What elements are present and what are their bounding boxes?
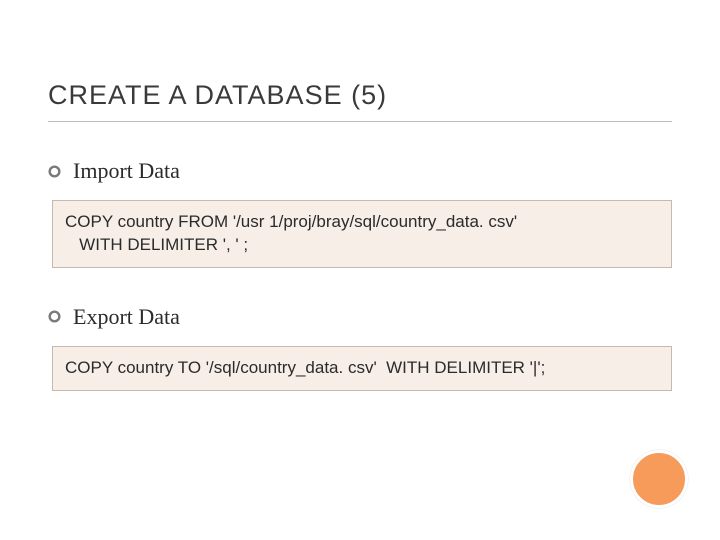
code-block-export: COPY country TO '/sql/country_data. csv'… (52, 346, 672, 391)
page-title: CREATE A DATABASE (5) (48, 80, 672, 122)
accent-circle-icon (630, 450, 688, 508)
bullet-export: Export Data (48, 304, 672, 330)
donut-bullet-icon (48, 310, 61, 323)
slide: CREATE A DATABASE (5) Import Data COPY c… (0, 0, 720, 540)
bullet-label: Import Data (73, 158, 180, 184)
bullet-import: Import Data (48, 158, 672, 184)
bullet-label: Export Data (73, 304, 180, 330)
donut-bullet-icon (48, 165, 61, 178)
code-block-import: COPY country FROM '/usr 1/proj/bray/sql/… (52, 200, 672, 268)
